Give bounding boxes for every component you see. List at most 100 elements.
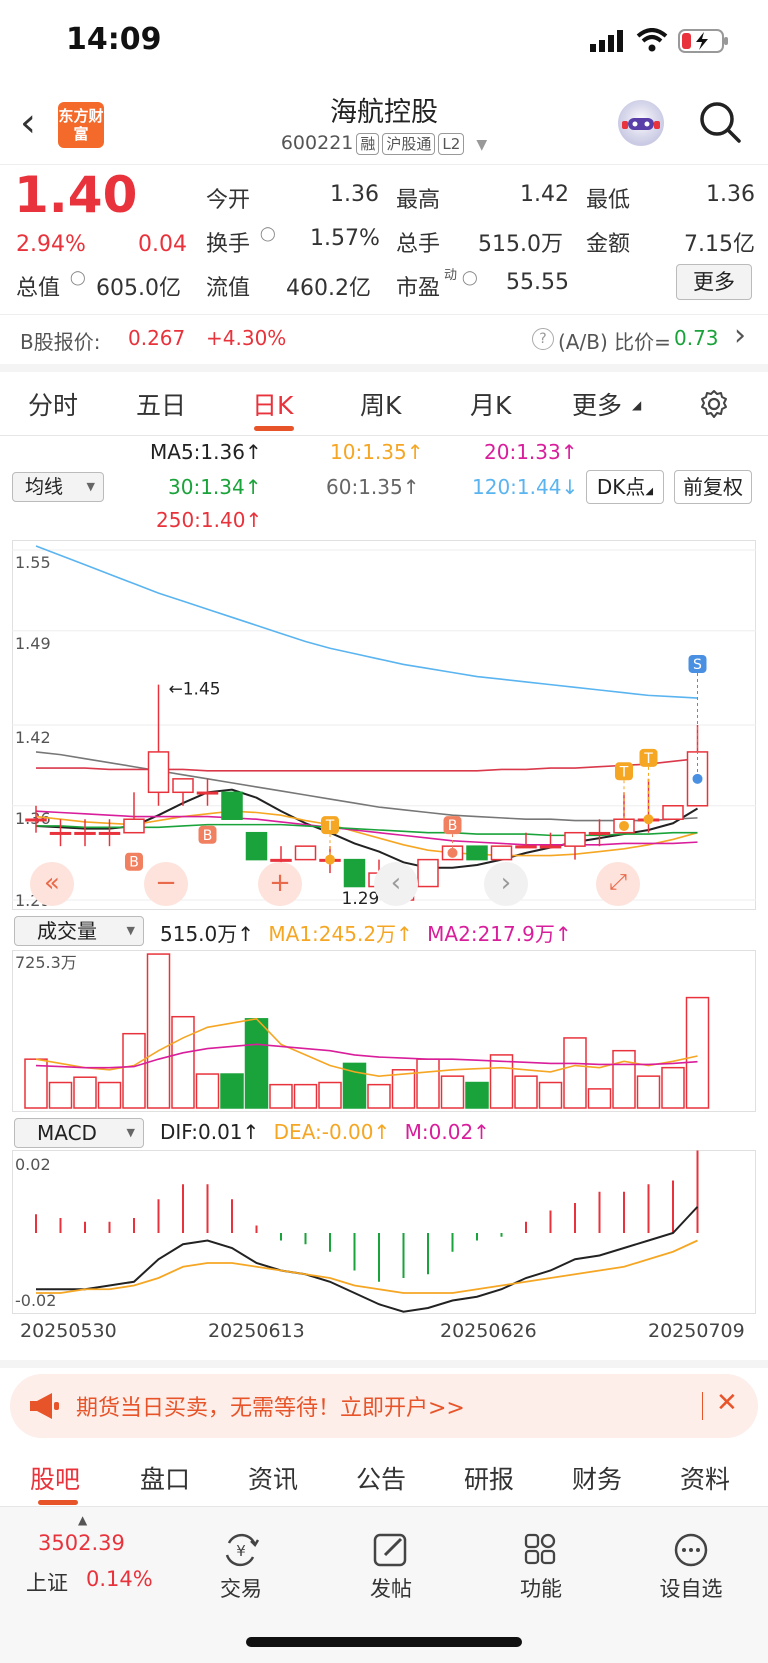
volume-chart[interactable]: 725.3万 [12, 950, 756, 1112]
info-icon[interactable]: ◯ [462, 270, 478, 286]
macd-dea-line [36, 1239, 698, 1294]
signal-marker-label: T [325, 818, 335, 834]
tab-finance[interactable]: 财务 [572, 1460, 622, 1496]
ab-ratio-label: (A/B) 比价= [558, 330, 671, 354]
settings-gear-icon[interactable] [698, 388, 730, 420]
volume-bar [269, 1083, 293, 1109]
function-button[interactable]: 功能 [496, 1531, 586, 1603]
chevron-down-icon[interactable]: ▼ [476, 137, 487, 153]
tab-intraday[interactable]: 分时 [28, 386, 78, 422]
caret-up-icon: ▲ [78, 1513, 88, 1527]
volume-bar [73, 1076, 97, 1109]
change-amount: 0.04 [138, 232, 187, 257]
ma120-value: 120:1.44 [472, 475, 562, 499]
bottom-toolbar: ▲ 3502.39 上证 0.14% ¥ 交易 发帖 功能 设自选 [0, 1506, 768, 1663]
x-tick-label: 20250709 [648, 1320, 745, 1342]
post-icon [373, 1533, 407, 1567]
info-icon[interactable]: ◯ [70, 270, 86, 286]
scroll-left-fast-button[interactable]: « [30, 862, 74, 906]
indicator-selector[interactable]: 均线 ▼ [12, 472, 104, 502]
candle [172, 778, 194, 794]
add-watchlist-icon [674, 1533, 708, 1567]
tab-daily-k[interactable]: 日K [252, 386, 293, 422]
change-percent: 2.94% [16, 232, 86, 257]
tab-announcements[interactable]: 公告 [356, 1460, 406, 1496]
add-watchlist-button[interactable]: 设自选 [646, 1531, 736, 1603]
scroll-left-button[interactable]: ‹ [374, 862, 418, 906]
stat-value: 1.42 [520, 182, 569, 207]
volume-bar [293, 1083, 318, 1109]
candle [588, 831, 611, 835]
robot-assistant-icon[interactable] [618, 100, 664, 146]
promo-banner[interactable]: 期货当日买卖，无需等待！立即开户>> ✕ [10, 1374, 758, 1438]
fullscreen-icon[interactable]: ⤢ [596, 862, 640, 906]
kline-chart[interactable]: 1.551.491.421.361.29←1.451.29→BBT BTTS [12, 540, 756, 910]
svg-text:¥: ¥ [236, 1542, 246, 1560]
volume-bar [563, 1037, 587, 1109]
signal-dot [692, 773, 703, 784]
candle [539, 845, 562, 849]
scroll-right-button[interactable]: › [484, 862, 528, 906]
tab-monthly-k[interactable]: 月K [470, 386, 511, 422]
tab-pankou[interactable]: 盘口 [140, 1460, 190, 1496]
ab-ratio-value: 0.73 [674, 326, 719, 350]
y-tick-label: 725.3万 [15, 953, 77, 972]
help-icon[interactable]: ? [532, 328, 554, 350]
candle [221, 791, 243, 820]
tab-guba[interactable]: 股吧 [30, 1460, 80, 1496]
stat-label: 市盈 [396, 276, 441, 301]
tab-research[interactable]: 研报 [464, 1460, 514, 1496]
dk-point-button[interactable]: DK点◢ [586, 470, 664, 504]
caret-down-icon: ▼ [126, 1126, 135, 1139]
tab-more[interactable]: 更多 [572, 386, 622, 422]
tag-l2: L2 [438, 133, 465, 155]
volume-bar [220, 1073, 244, 1109]
macd-indicator-selector[interactable]: MACD ▼ [14, 1118, 144, 1148]
caret-down-icon: ▼ [86, 480, 95, 493]
ma30-value: 30:1.34 [168, 475, 245, 499]
volume-legend: 515.0万↑ MA1:245.2万↑ MA2:217.9万↑ [160, 922, 572, 946]
current-price: 1.40 [14, 166, 138, 224]
info-icon[interactable]: ◯ [260, 226, 276, 242]
add-watchlist-label: 设自选 [659, 1577, 723, 1601]
stat-label: 总值 [16, 276, 61, 301]
more-stats-button[interactable]: 更多 [676, 264, 752, 300]
macd-chart[interactable]: 0.02-0.02 [12, 1150, 756, 1314]
signal-dot [447, 847, 458, 858]
ma250-value: 250:1.40 [156, 508, 246, 532]
tab-profile[interactable]: 资料 [680, 1460, 730, 1496]
index-value[interactable]: 3502.39 [38, 1531, 125, 1555]
macd-dif-line [36, 1206, 699, 1313]
signal-marker-label: T [643, 751, 653, 767]
search-icon[interactable] [698, 100, 742, 144]
index-name: 上证 [26, 1571, 68, 1595]
ma-line-60 [35, 751, 698, 822]
close-icon[interactable]: ✕ [716, 1388, 738, 1418]
chevron-right-icon[interactable]: › [734, 318, 746, 353]
zoom-out-button[interactable]: − [144, 862, 188, 906]
volume-indicator-selector[interactable]: 成交量 ▼ [14, 916, 144, 946]
volume-selector-label: 成交量 [37, 919, 97, 943]
indicator-selector-label: 均线 [25, 476, 64, 498]
y-tick-label: 1.42 [15, 728, 51, 747]
tab-weekly-k[interactable]: 周K [360, 386, 401, 422]
volume-bar [612, 1049, 636, 1109]
ma-legend-item: 60:1.35↑ [326, 475, 420, 499]
tab-news[interactable]: 资讯 [248, 1460, 298, 1496]
trade-button[interactable]: ¥ 交易 [196, 1531, 286, 1603]
candle [196, 791, 219, 795]
ma60-value: 60:1.35 [326, 475, 403, 499]
signal-marker-label: B [129, 855, 139, 871]
zoom-in-button[interactable]: + [258, 862, 302, 906]
candle [49, 831, 72, 835]
volume-bar [122, 1032, 146, 1109]
ma-legend-item: 250:1.40↑ [156, 508, 263, 532]
wifi-icon [636, 28, 668, 52]
dynamic-icon: 动 [444, 268, 458, 283]
dk-point-label: DK点 [596, 475, 646, 499]
post-button[interactable]: 发帖 [346, 1531, 436, 1603]
adjust-button[interactable]: 前复权 [674, 470, 752, 504]
stat-value: 460.2亿 [286, 276, 371, 301]
stock-code: 600221 [280, 132, 354, 154]
tab-five-day[interactable]: 五日 [136, 386, 186, 422]
